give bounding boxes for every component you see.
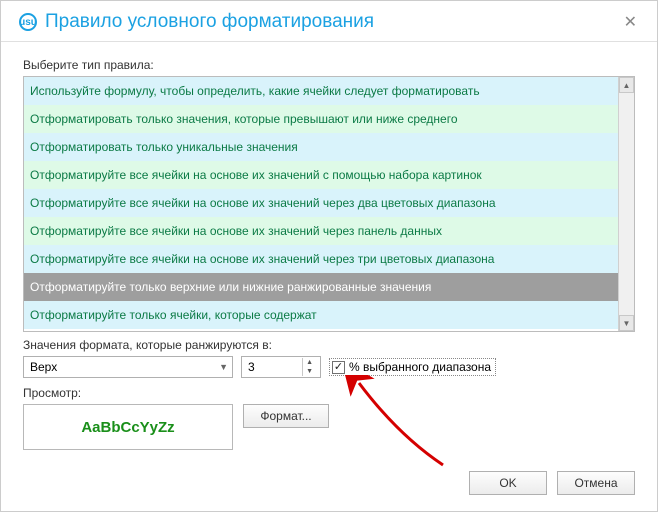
count-spinner[interactable]: 3 ▲ ▼ <box>241 356 321 378</box>
dialog-window: usu Правило условного форматирования ✕ В… <box>0 0 658 512</box>
dialog-body: Выберите тип правила: Используйте формул… <box>1 42 657 450</box>
scrollbar[interactable]: ▲ ▼ <box>618 77 634 331</box>
titlebar: usu Правило условного форматирования ✕ <box>1 1 657 42</box>
rule-item[interactable]: Отформатировать только значения, которые… <box>24 105 618 133</box>
rank-controls-row: Верх ▼ 3 ▲ ▼ ✓ % выбранного диапазона <box>23 356 635 378</box>
preview-box: AaBbCcYyZz <box>23 404 233 450</box>
rule-list-inner: Используйте формулу, чтобы определить, к… <box>24 77 618 331</box>
percent-checkbox-group[interactable]: ✓ % выбранного диапазона <box>329 358 496 376</box>
spinner-up-icon[interactable]: ▲ <box>303 358 316 367</box>
rule-item[interactable]: Отформатируйте все ячейки на основе их з… <box>24 161 618 189</box>
spinner-down-icon[interactable]: ▼ <box>303 367 316 376</box>
rule-item[interactable]: Отформатируйте все ячейки на основе их з… <box>24 217 618 245</box>
dialog-title: Правило условного форматирования <box>45 11 620 33</box>
ok-button[interactable]: OK <box>469 471 547 495</box>
spinner-buttons: ▲ ▼ <box>302 358 316 376</box>
scroll-up-button[interactable]: ▲ <box>619 77 634 93</box>
app-icon: usu <box>19 13 37 31</box>
cancel-button[interactable]: Отмена <box>557 471 635 495</box>
rule-type-list: Используйте формулу, чтобы определить, к… <box>23 76 635 332</box>
rule-item[interactable]: Отформатируйте все ячейки на основе их з… <box>24 245 618 273</box>
format-button[interactable]: Формат... <box>243 404 329 428</box>
rule-item[interactable]: Отформатируйте только ячейки, которые со… <box>24 301 618 329</box>
direction-select[interactable]: Верх ▼ <box>23 356 233 378</box>
chevron-down-icon: ▼ <box>219 362 228 372</box>
chevron-up-icon: ▲ <box>623 81 631 90</box>
select-rule-label: Выберите тип правила: <box>23 58 635 72</box>
count-value: 3 <box>248 360 255 374</box>
percent-checkbox[interactable]: ✓ <box>332 361 345 374</box>
preview-label: Просмотр: <box>23 386 635 400</box>
chevron-down-icon: ▼ <box>623 319 631 328</box>
dialog-footer: OK Отмена <box>469 471 635 495</box>
rule-item[interactable]: Отформатируйте все ячейки на основе их з… <box>24 189 618 217</box>
rule-item[interactable]: Отформатировать только уникальные значен… <box>24 133 618 161</box>
percent-checkbox-label: % выбранного диапазона <box>349 360 491 374</box>
rule-item[interactable]: Отформатируйте только верхние или нижние… <box>24 273 618 301</box>
close-icon[interactable]: ✕ <box>620 12 641 32</box>
format-values-label: Значения формата, которые ранжируются в: <box>23 338 635 352</box>
scroll-down-button[interactable]: ▼ <box>619 315 634 331</box>
preview-row: AaBbCcYyZz Формат... <box>23 404 635 450</box>
rule-item[interactable]: Используйте формулу, чтобы определить, к… <box>24 77 618 105</box>
direction-value: Верх <box>30 360 57 374</box>
